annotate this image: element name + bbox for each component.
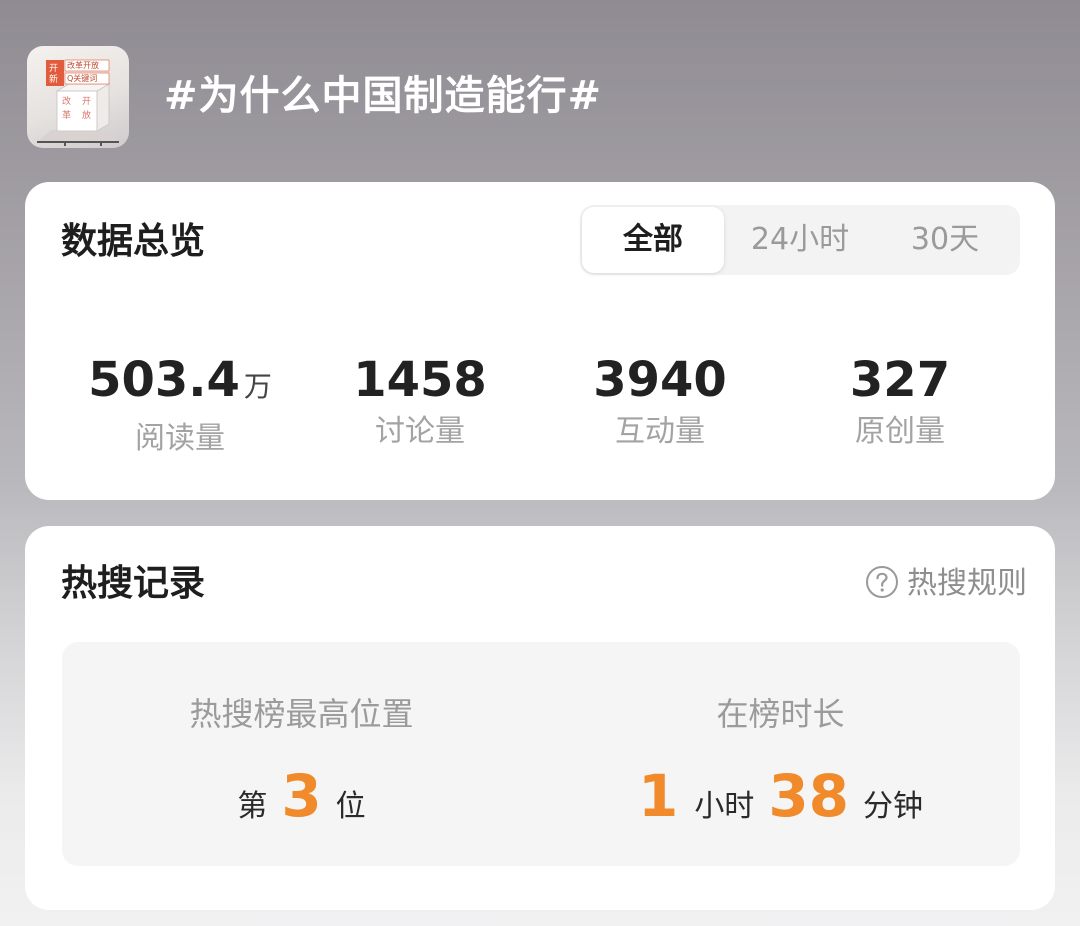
stat-read-label: 阅读量 bbox=[135, 421, 225, 456]
time-range-tabs: 全部 24小时 30天 bbox=[580, 205, 1020, 275]
tab-all[interactable]: 全部 bbox=[582, 207, 724, 273]
stat-discussion-label: 讨论量 bbox=[375, 414, 465, 449]
highest-position-number: 3 bbox=[281, 762, 322, 830]
stat-read-value: 503.4 万 bbox=[60, 352, 300, 415]
topic-title: #为什么中国制造能行# bbox=[164, 73, 603, 119]
hot-search-stats-panel: 热搜榜最高位置 第3位 在榜时长 1 小时 38 分钟 bbox=[62, 642, 1020, 866]
hot-search-card: 热搜记录 热搜规则 热搜榜最高位置 第3位 在榜时长 1 小时 38 分钟 bbox=[25, 526, 1055, 910]
cover-text-3: 改革开放 bbox=[67, 60, 99, 70]
cover-text-7: 开 bbox=[82, 96, 91, 107]
highest-position-value: 第3位 bbox=[62, 762, 541, 832]
tab-30-days[interactable]: 30天 bbox=[875, 205, 1015, 275]
stat-interaction-count: 3940 互动量 bbox=[540, 352, 780, 450]
duration-hours: 1 bbox=[637, 762, 679, 830]
stat-original-value: 327 bbox=[849, 352, 951, 408]
stat-read-count: 503.4 万 阅读量 bbox=[60, 352, 300, 457]
topic-cover-image: 开 新 改革开放 Q关键词 改 革 开 放 bbox=[27, 46, 129, 148]
stat-original-label: 原创量 bbox=[855, 414, 945, 449]
duration-minutes-unit: 分钟 bbox=[863, 789, 924, 824]
cover-text-8: 放 bbox=[82, 109, 91, 121]
highest-position-block: 热搜榜最高位置 第3位 bbox=[62, 642, 541, 866]
stat-discussion-count: 1458 讨论量 bbox=[300, 352, 540, 450]
stat-interaction-value: 3940 bbox=[593, 352, 727, 408]
hot-search-rules-link[interactable]: 热搜规则 bbox=[865, 564, 1027, 604]
duration-hours-unit: 小时 bbox=[694, 789, 755, 824]
cover-artwork: 开 新 改革开放 Q关键词 改 革 开 放 bbox=[37, 59, 119, 146]
duration-value: 1 小时 38 分钟 bbox=[541, 762, 1020, 832]
cover-text-4: Q关键词 bbox=[67, 73, 97, 83]
highest-position-label: 热搜榜最高位置 bbox=[189, 695, 414, 733]
data-overview-card: 数据总览 全部 24小时 30天 503.4 万 阅读量 1458 讨论量 394… bbox=[25, 182, 1055, 500]
stat-read-number: 503.4 bbox=[88, 352, 240, 408]
hot-search-rules-label: 热搜规则 bbox=[907, 566, 1027, 601]
hot-search-heading: 热搜记录 bbox=[61, 563, 206, 604]
cover-text-1: 开 bbox=[49, 63, 58, 74]
cover-text-6: 革 bbox=[62, 109, 71, 121]
stat-original-count: 327 原创量 bbox=[780, 352, 1020, 450]
stat-discussion-value: 1458 bbox=[353, 352, 487, 408]
question-circle-icon bbox=[866, 565, 898, 598]
stat-interaction-label: 互动量 bbox=[615, 414, 705, 449]
cover-text-5: 改 bbox=[62, 95, 71, 107]
highest-position-prefix: 第 bbox=[237, 789, 268, 824]
cover-text-2: 新 bbox=[49, 73, 58, 85]
data-overview-heading: 数据总览 bbox=[61, 221, 206, 262]
highest-position-suffix: 位 bbox=[335, 789, 366, 824]
duration-minutes: 38 bbox=[768, 762, 850, 830]
duration-label: 在榜时长 bbox=[716, 695, 845, 733]
stat-read-unit: 万 bbox=[243, 370, 272, 403]
duration-block: 在榜时长 1 小时 38 分钟 bbox=[541, 642, 1020, 866]
tab-24-hours[interactable]: 24小时 bbox=[730, 205, 870, 275]
